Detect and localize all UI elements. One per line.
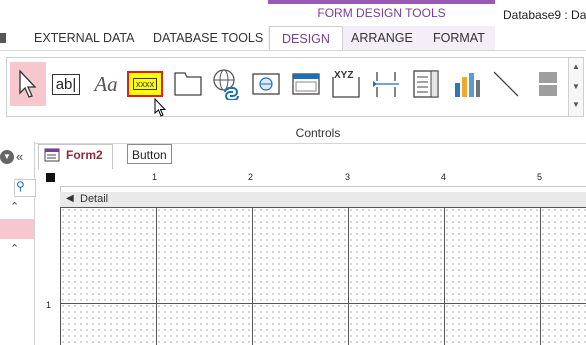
toggle-button-control[interactable] [530,62,566,106]
window-title: Database9 : Dat [503,8,586,22]
select-form-box[interactable] [46,173,55,182]
navigation-control[interactable] [288,62,324,106]
nav-group-collapse-icon[interactable]: ⌃ [10,200,19,213]
list-box-control[interactable] [408,62,444,106]
form-icon [44,148,60,162]
button-tooltip: Button [127,144,172,164]
web-browser-icon [252,73,280,95]
option-group-label: XYZ [334,70,354,81]
horizontal-ruler [44,170,586,187]
line-icon [493,71,519,97]
page-break-icon [373,72,399,97]
chart-control[interactable] [448,62,484,106]
nav-collapse-icon[interactable]: « [16,149,23,164]
search-icon[interactable]: ⚲ [16,179,25,193]
gallery-up-icon[interactable]: ▲ [572,62,580,71]
hyperlink-globe-icon [213,69,239,100]
line-control[interactable] [488,62,524,106]
list-box-icon [413,70,439,98]
tab-database-tools[interactable]: DATABASE TOOLS [153,26,263,50]
gallery-down-icon[interactable]: ▼ [572,82,580,91]
chart-icon [455,73,480,97]
toggle-button-icon [539,72,557,96]
ruler-number-5: 5 [537,172,543,182]
hyperlink-control[interactable] [208,62,244,106]
select-control[interactable] [10,62,46,106]
ruler-number-4: 4 [441,172,447,182]
design-grid[interactable] [60,207,586,345]
tab-control[interactable] [170,62,206,106]
tab-format[interactable]: FORMAT [433,26,485,50]
contextual-title: FORM DESIGN TOOLS [317,6,446,20]
nav-group-expand-icon[interactable]: ⌃ [10,242,19,255]
tab-control-icon [174,72,202,96]
label-icon: Aa [94,71,118,96]
controls-group-label: Controls [295,126,341,140]
nav-menu-chevron-icon[interactable]: ▼ [0,150,14,164]
pointer-icon [19,69,37,98]
mouse-cursor-icon [154,98,167,117]
navigation-control-icon [292,73,320,95]
button-icon: xxxx [133,78,157,90]
textbox-control[interactable]: ab| [48,62,84,106]
ruler-number-2: 2 [248,172,254,182]
ruler-number-3: 3 [345,172,351,182]
tab-design[interactable]: DESIGN [269,26,343,51]
left-ruler-number-1: 1 [46,300,52,310]
left-edge-tab-fragment [0,33,6,43]
detail-section-bar[interactable] [60,192,586,208]
tab-arrange[interactable]: ARRANGE [351,26,413,50]
section-selector-icon: ◀ [66,193,74,204]
label-control[interactable]: Aa [88,62,124,106]
nav-selected-item[interactable] [0,219,34,239]
option-group-control[interactable]: XYZ [328,62,364,106]
textbox-icon: ab| [51,73,81,95]
web-browser-control[interactable] [248,62,284,106]
detail-section-label: Detail [80,193,109,205]
ruler-number-1: 1 [152,172,158,182]
gallery-scroll[interactable]: ▲ ▼ ▼ [568,57,584,117]
gallery-more-icon[interactable]: ▼ [572,100,580,109]
page-break-control[interactable] [368,62,404,106]
tab-external-data[interactable]: EXTERNAL DATA [34,26,134,50]
document-tab-label: Form2 [66,148,103,162]
vertical-ruler [44,186,61,345]
